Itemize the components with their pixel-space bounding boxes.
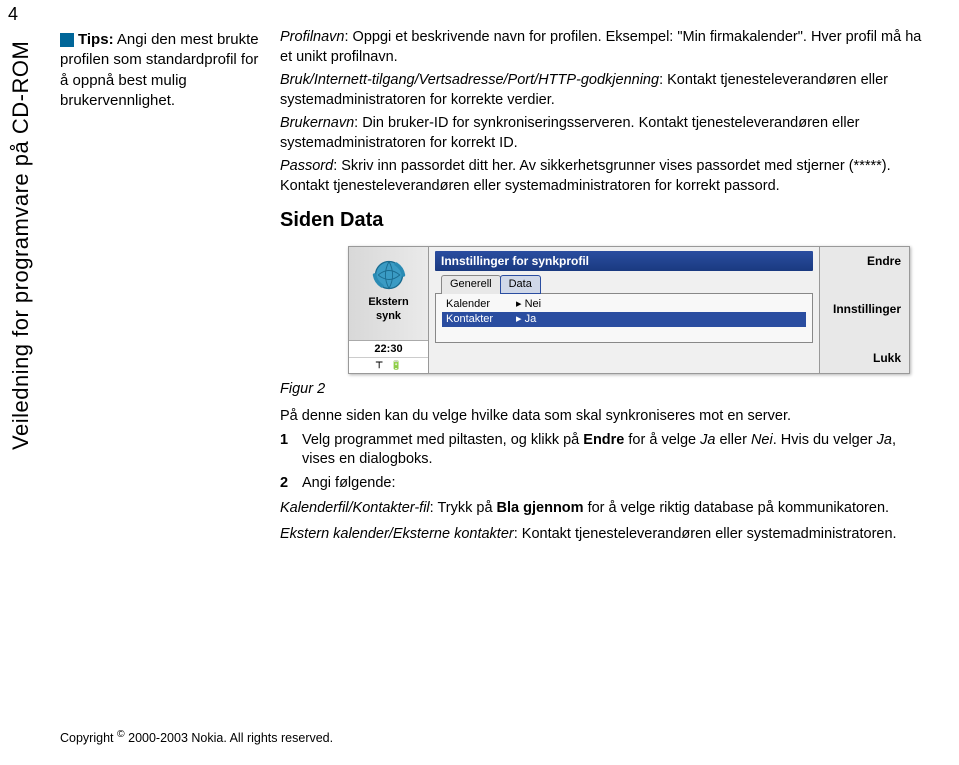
tabs-row: Generell Data (441, 275, 813, 294)
tab-generell[interactable]: Generell (441, 275, 501, 294)
figure-caption: Figur 2 (280, 380, 930, 400)
def-kalenderfil: Kalenderfil/Kontakter-fil: Trykk på Bla … (280, 499, 930, 519)
step-num-2: 2 (280, 474, 302, 494)
vertical-title: Veiledning for programvare på CD-ROM (8, 30, 34, 460)
step-1: 1 Velg programmet med piltasten, og klik… (280, 431, 930, 470)
kalenderfil-post: for å velge riktig database på kommunika… (584, 500, 889, 516)
tip-box: Tips: Angi den mest brukte profilen som … (60, 30, 260, 111)
def-profilnavn: Profilnavn: Oppgi et beskrivende navn fo… (280, 28, 930, 67)
lukk-button[interactable]: Lukk (820, 350, 909, 366)
body-intro: På denne siden kan du velge hvilke data … (280, 407, 930, 427)
arrow-icon: ▸ (516, 297, 525, 312)
tab-data[interactable]: Data (500, 275, 541, 294)
tip-label: Tips: (78, 31, 114, 48)
innstillinger-button[interactable]: Innstillinger (820, 301, 909, 317)
step-num-1: 1 (280, 431, 302, 470)
device-right-panel: Endre Innstillinger Lukk (819, 247, 909, 373)
step1-ja2: Ja (877, 432, 892, 448)
def-passord: Passord: Skriv inn passordet ditt her. A… (280, 157, 930, 196)
device-window-title: Innstillinger for synkprofil (435, 251, 813, 271)
device-app-label-1: Ekstern (368, 295, 408, 310)
device-screen: Ekstern synk 22:30 ⊤ 🔋 Innstillinger for… (348, 246, 910, 374)
section-title: Siden Data (280, 207, 930, 234)
term-brukernavn: Brukernavn (280, 115, 354, 131)
def-ekstern: Ekstern kalender/Eksterne kontakter: Kon… (280, 525, 930, 545)
def-bruk: Bruk/Internett-tilgang/Vertsadresse/Port… (280, 71, 930, 110)
tab-content: Kalender ▸ Nei Kontakter ▸ Ja (435, 293, 813, 343)
main-content: Profilnavn: Oppgi et beskrivende navn fo… (280, 28, 930, 544)
globe-icon (371, 257, 407, 293)
figure-area: Ekstern synk 22:30 ⊤ 🔋 Innstillinger for… (280, 246, 930, 400)
tip-icon (60, 33, 74, 47)
term-kalenderfil: Kalenderfil/Kontakter-fil (280, 500, 430, 516)
text-passord: : Skriv inn passordet ditt her. Av sikke… (280, 158, 891, 194)
row-kontakter-label: Kontakter (446, 312, 516, 327)
step1-nei: Nei (751, 432, 773, 448)
row-kalender-label: Kalender (446, 297, 516, 312)
term-passord: Passord (280, 158, 333, 174)
row-kontakter-value: Ja (525, 312, 537, 327)
device-middle-panel: Innstillinger for synkprofil Generell Da… (429, 247, 819, 373)
device-app-label-2: synk (376, 309, 401, 324)
step1-ja: Ja (700, 432, 715, 448)
step1-pre: Velg programmet med piltasten, og klikk … (302, 432, 583, 448)
row-kontakter[interactable]: Kontakter ▸ Ja (442, 312, 806, 327)
text-profilnavn: : Oppgi et beskrivende navn for profilen… (280, 29, 921, 65)
row-kalender[interactable]: Kalender ▸ Nei (446, 297, 802, 312)
term-bruk: Bruk/Internett-tilgang/Vertsadresse/Port… (280, 72, 659, 88)
copyright: Copyright © 2000-2003 Nokia. All rights … (60, 729, 333, 745)
def-brukernavn: Brukernavn: Din bruker-ID for synkronise… (280, 114, 930, 153)
copyright-symbol: © (117, 729, 125, 740)
copyright-pre: Copyright (60, 731, 117, 745)
step1-eller: eller (715, 432, 750, 448)
ekstern-text: : Kontakt tjenesteleverandøren eller sys… (514, 526, 897, 542)
step-2: 2 Angi følgende: (280, 474, 930, 494)
kalenderfil-bold: Bla gjennom (497, 500, 584, 516)
step1-post: . Hvis du velger (773, 432, 877, 448)
text-brukernavn: : Din bruker-ID for synkroniseringsserve… (280, 115, 859, 151)
step2-text: Angi følgende: (302, 474, 396, 494)
device-left-panel: Ekstern synk 22:30 ⊤ 🔋 (349, 247, 429, 373)
arrow-icon: ▸ (516, 312, 525, 327)
term-profilnavn: Profilnavn (280, 29, 344, 45)
endre-button[interactable]: Endre (820, 253, 909, 269)
page-number: 4 (8, 4, 18, 25)
step1-bold: Endre (583, 432, 624, 448)
kalenderfil-pre: : Trykk på (430, 500, 497, 516)
term-ekstern: Ekstern kalender/Eksterne kontakter (280, 526, 514, 542)
device-clock: 22:30 (349, 340, 428, 358)
copyright-post: 2000-2003 Nokia. All rights reserved. (125, 731, 333, 745)
row-kalender-value: Nei (525, 297, 542, 312)
step1-mid: for å velge (624, 432, 700, 448)
device-status-icons: ⊤ 🔋 (349, 357, 428, 372)
